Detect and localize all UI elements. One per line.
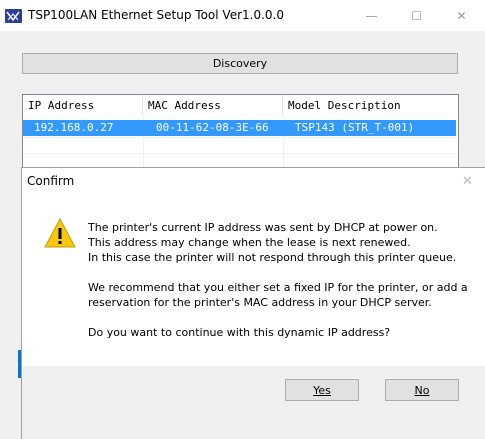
message-line: The printer's current IP address was sen… [88,221,438,234]
column-header-mac[interactable]: MAC Address [143,95,283,117]
message-line: We recommend that you either set a fixed… [88,281,468,294]
close-icon: ✕ [456,8,467,23]
minimize-icon: — [365,8,378,23]
dialog-footer [22,366,485,439]
minimize-button[interactable]: — [349,0,394,31]
grid-line [23,153,458,154]
dialog-title: Confirm [27,174,75,188]
cell-model: TSP143 (STR_T-001) [295,121,415,134]
no-button[interactable]: No [385,379,459,401]
yes-label: Yes [313,383,331,397]
column-header-ip[interactable]: IP Address [23,95,143,117]
confirm-dialog: Confirm ✕ The printer's current IP addre… [21,167,485,439]
close-button[interactable]: ✕ [439,0,484,31]
warning-icon [44,217,76,251]
grid-line [23,137,458,138]
app-icon [5,9,22,23]
window-title: TSP100LAN Ethernet Setup Tool Ver1.0.0.0 [28,8,284,22]
message-line: In this case the printer will not respon… [88,251,457,264]
column-header-model[interactable]: Model Description [283,95,458,117]
no-label: No [414,383,430,397]
message-line: This address may change when the lease i… [88,236,411,249]
discovery-button[interactable]: Discovery [22,53,458,74]
yes-button[interactable]: Yes [285,379,359,401]
maximize-icon: ☐ [411,8,422,23]
list-header: IP Address MAC Address Model Description [23,95,458,117]
message-line: reservation for the printer's MAC addres… [88,296,432,309]
dialog-close-icon[interactable]: ✕ [462,174,473,189]
maximize-button[interactable]: ☐ [394,0,439,31]
table-row[interactable]: 192.168.0.27 00-11-62-08-3E-66 TSP143 (S… [23,120,456,136]
cell-ip: 192.168.0.27 [34,121,114,134]
title-bar: TSP100LAN Ethernet Setup Tool Ver1.0.0.0… [0,0,485,31]
message-line: Do you want to continue with this dynami… [88,326,391,339]
cell-mac: 00-11-62-08-3E-66 [156,121,269,134]
